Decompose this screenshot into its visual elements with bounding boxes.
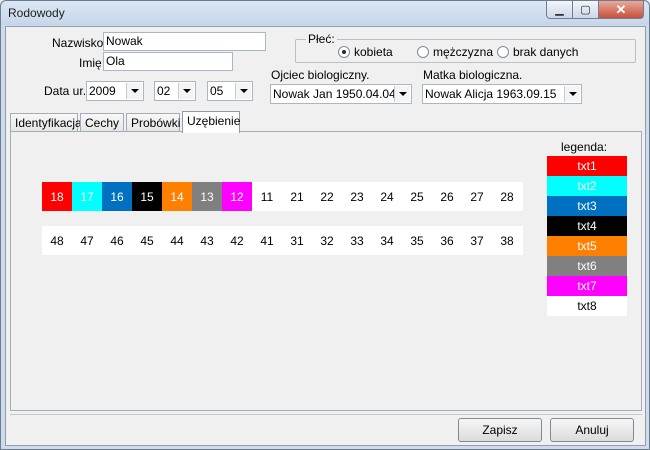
- tooth-cell[interactable]: 42: [222, 226, 252, 255]
- tab-identyfikacja[interactable]: Identyfikacja: [10, 113, 82, 132]
- tab-uzebienie[interactable]: Uzębienie: [182, 111, 240, 133]
- tooth-cell[interactable]: 16: [102, 182, 132, 211]
- maximize-icon: ▢: [580, 4, 591, 16]
- tooth-cell[interactable]: 21: [282, 182, 312, 211]
- close-button[interactable]: ✕: [598, 1, 644, 19]
- radio-unknown-indicator[interactable]: [497, 46, 509, 58]
- client-area: Nazwisko Nowak Imię Ola Data ur. 2009 02…: [5, 26, 646, 446]
- lower-teeth-row: 48 47 46 45 44 43 42 41 31 32 33 34 35 36 37 38: [42, 226, 523, 255]
- tooth-cell[interactable]: 46: [102, 226, 132, 255]
- save-button[interactable]: Zapisz: [458, 418, 542, 442]
- tooth-cell[interactable]: 38: [492, 226, 522, 255]
- surname-label: Nazwisko: [52, 36, 104, 50]
- minimize-icon: ▁: [555, 4, 564, 16]
- tooth-cell[interactable]: 47: [72, 226, 102, 255]
- tooth-cell[interactable]: 45: [132, 226, 162, 255]
- legend-item: txt3: [547, 196, 627, 216]
- tooth-cell[interactable]: 34: [372, 226, 402, 255]
- chevron-down-icon[interactable]: [178, 83, 194, 99]
- legend-item: txt2: [547, 176, 627, 196]
- tooth-cell[interactable]: 33: [342, 226, 372, 255]
- radio-female-label: kobieta: [354, 45, 393, 59]
- tooth-cell[interactable]: 23: [342, 182, 372, 211]
- tooth-cell[interactable]: 35: [402, 226, 432, 255]
- radio-unknown[interactable]: brak danych: [497, 45, 578, 59]
- minimize-button[interactable]: ▁: [546, 1, 573, 19]
- legend-item: txt5: [547, 236, 627, 256]
- surname-input[interactable]: Nowak: [103, 32, 266, 51]
- tooth-cell[interactable]: 25: [402, 182, 432, 211]
- tooth-cell[interactable]: 27: [462, 182, 492, 211]
- legend-item: txt6: [547, 256, 627, 276]
- tooth-cell[interactable]: 11: [252, 182, 282, 211]
- tooth-cell[interactable]: 12: [222, 182, 252, 211]
- dob-month-value: 02: [157, 84, 171, 98]
- sex-label: Płeć:: [306, 32, 337, 46]
- sex-groupbox: Płeć: kobieta mężczyzna brak danych: [295, 32, 636, 63]
- dob-year-select[interactable]: 2009: [86, 81, 144, 101]
- father-select[interactable]: Nowak Jan 1950.04.04: [270, 84, 412, 104]
- dob-label: Data ur.: [44, 84, 87, 98]
- tooth-cell[interactable]: 32: [312, 226, 342, 255]
- close-icon: ✕: [615, 1, 627, 17]
- main-window: Rodowody ▁ ▢ ✕ Nazwisko Nowak Imię Ola D…: [0, 0, 650, 450]
- radio-male-indicator[interactable]: [417, 46, 429, 58]
- cancel-button[interactable]: Anuluj: [550, 418, 634, 442]
- legend-item: txt4: [547, 216, 627, 236]
- tooth-cell[interactable]: 17: [72, 182, 102, 211]
- legend-title: legenda:: [561, 140, 608, 154]
- name-label: Imię: [79, 56, 102, 70]
- window-title: Rodowody: [8, 6, 65, 20]
- tooth-cell[interactable]: 22: [312, 182, 342, 211]
- tooth-cell[interactable]: 14: [162, 182, 192, 211]
- tooth-cell[interactable]: 26: [432, 182, 462, 211]
- father-label: Ojciec biologiczny.: [271, 68, 370, 82]
- tooth-cell[interactable]: 15: [132, 182, 162, 211]
- chevron-down-icon[interactable]: [564, 86, 580, 102]
- dob-month-select[interactable]: 02: [154, 81, 196, 101]
- radio-female[interactable]: kobieta: [338, 45, 393, 59]
- tooth-cell[interactable]: 41: [252, 226, 282, 255]
- legend-item: txt1: [547, 156, 627, 176]
- radio-male[interactable]: mężczyzna: [417, 45, 493, 59]
- chevron-down-icon[interactable]: [126, 83, 142, 99]
- tab-probowki[interactable]: Probówki: [126, 113, 180, 132]
- mother-label: Matka biologiczna.: [423, 68, 523, 82]
- bottom-separator: [10, 414, 642, 415]
- father-value: Nowak Jan 1950.04.04: [273, 87, 396, 101]
- dob-year-value: 2009: [89, 84, 116, 98]
- tooth-cell[interactable]: 43: [192, 226, 222, 255]
- title-bar[interactable]: Rodowody ▁ ▢ ✕: [1, 1, 649, 25]
- tooth-cell[interactable]: 37: [462, 226, 492, 255]
- upper-teeth-row: 18 17 16 15 14 13 12 11 21 22 23 24 25 26 27 28: [42, 182, 523, 211]
- dob-day-value: 05: [210, 84, 224, 98]
- tooth-cell[interactable]: 48: [42, 226, 72, 255]
- tooth-cell[interactable]: 24: [372, 182, 402, 211]
- tooth-cell[interactable]: 18: [42, 182, 72, 211]
- maximize-button[interactable]: ▢: [572, 1, 599, 19]
- radio-male-label: mężczyzna: [433, 45, 494, 59]
- tooth-cell[interactable]: 28: [492, 182, 522, 211]
- tooth-cell[interactable]: 31: [282, 226, 312, 255]
- chevron-down-icon[interactable]: [394, 86, 410, 102]
- name-input[interactable]: Ola: [103, 52, 233, 71]
- mother-select[interactable]: Nowak Alicja 1963.09.15: [422, 84, 582, 104]
- tooth-cell[interactable]: 44: [162, 226, 192, 255]
- tooth-cell[interactable]: 13: [192, 182, 222, 211]
- legend-item: txt8: [547, 296, 627, 316]
- legend-item: txt7: [547, 276, 627, 296]
- chevron-down-icon[interactable]: [235, 83, 251, 99]
- dob-day-select[interactable]: 05: [207, 81, 253, 101]
- tab-cechy[interactable]: Cechy: [80, 113, 124, 132]
- tooth-cell[interactable]: 36: [432, 226, 462, 255]
- mother-value: Nowak Alicja 1963.09.15: [425, 87, 557, 101]
- radio-unknown-label: brak danych: [513, 45, 579, 59]
- radio-female-indicator[interactable]: [338, 46, 350, 58]
